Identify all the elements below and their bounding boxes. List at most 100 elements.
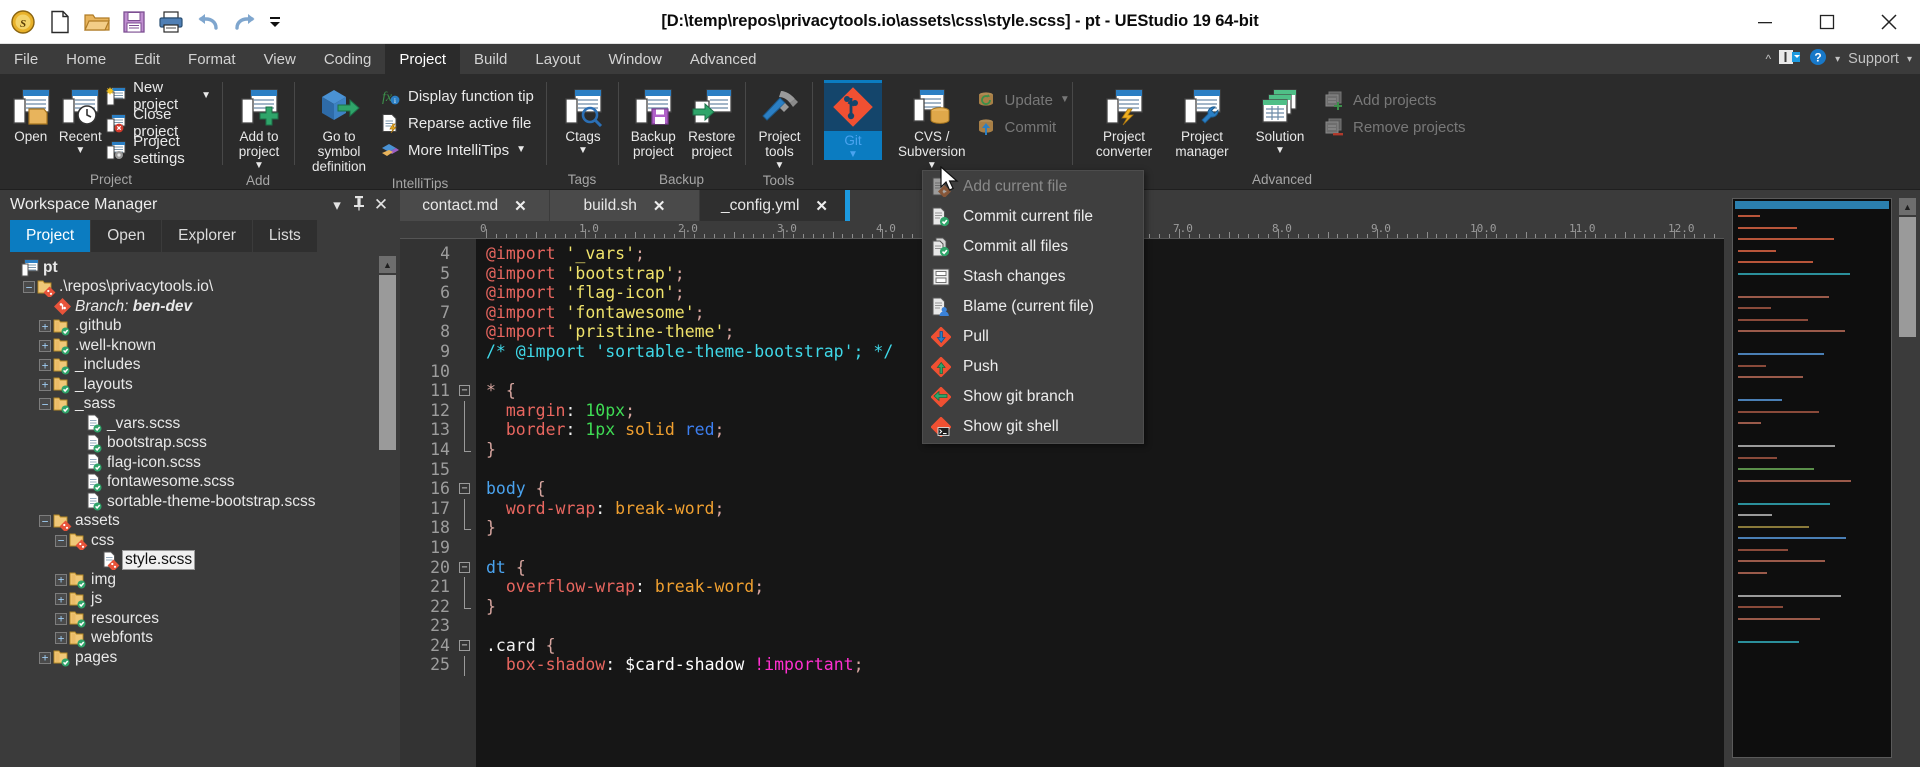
code-line[interactable] <box>486 460 1724 480</box>
tree-expander[interactable]: + <box>54 590 68 609</box>
git-menu-item-show-git-branch[interactable]: Show git branch <box>923 382 1143 412</box>
maximize-button[interactable] <box>1796 0 1858 44</box>
code-line[interactable]: box-shadow: $card-shadow !important; <box>486 655 1724 675</box>
open-folder-icon[interactable] <box>83 8 111 36</box>
tree-expander[interactable]: − <box>38 512 52 531</box>
expand-icon[interactable]: + <box>55 632 67 645</box>
fold-collapse-icon[interactable]: − <box>459 385 470 397</box>
ribbon-git-button[interactable]: Git ▼ <box>824 80 882 160</box>
git-dropdown-menu[interactable]: Add current file Commit current file Commi… <box>922 170 1144 444</box>
tree-item-js[interactable]: + js <box>0 590 400 610</box>
tree-item-webfonts[interactable]: + webfonts <box>0 629 400 649</box>
pin-icon[interactable] <box>348 195 370 215</box>
code-folding-column[interactable]: − − − − <box>456 239 476 767</box>
scroll-up-icon[interactable]: ▲ <box>379 256 396 273</box>
ribbon-recent-button[interactable]: Recent ▼ <box>57 80 105 156</box>
tree-expander[interactable]: + <box>38 336 52 355</box>
support-caret-icon[interactable]: ▾ <box>1907 54 1912 65</box>
git-menu-item-commit-all-files[interactable]: Commit all files <box>923 232 1143 262</box>
ribbon-solution-button[interactable]: Solution ▼ <box>1242 80 1318 156</box>
help-caret-icon[interactable]: ▾ <box>1835 54 1840 65</box>
tree-expander[interactable]: + <box>54 629 68 648</box>
chevron-down-icon[interactable]: ▼ <box>1275 146 1285 156</box>
chevron-down-icon[interactable]: ▼ <box>516 145 526 155</box>
tree-expander[interactable]: + <box>38 375 52 394</box>
ribbon-backup-project-button[interactable]: Backup project <box>625 80 682 159</box>
collapse-ribbon-icon[interactable]: ^ <box>1766 52 1772 66</box>
tree-item-assets[interactable]: − assets <box>0 512 400 532</box>
minimap-panel[interactable]: ▲ <box>1724 190 1920 767</box>
ribbon-ctags-button[interactable]: Ctags ▼ <box>554 80 612 156</box>
tree-item-img[interactable]: + img <box>0 570 400 590</box>
tree-item-github[interactable]: + .github <box>0 317 400 337</box>
chevron-down-icon[interactable]: ▼ <box>775 161 785 171</box>
chevron-down-icon[interactable]: ▼ <box>75 146 85 156</box>
tree-item-repos-privacytools-io[interactable]: − .\repos\privacytools.io\ <box>0 278 400 298</box>
tree-item-pages[interactable]: + pages <box>0 648 400 668</box>
chevron-down-icon[interactable]: ▼ <box>201 91 211 101</box>
tree-item-fontawesome-scss[interactable]: fontawesome.scss <box>0 473 400 493</box>
tab-explorer[interactable]: Explorer <box>162 220 253 252</box>
menu-edit[interactable]: Edit <box>120 44 174 74</box>
undo-icon[interactable] <box>194 8 222 36</box>
project-tree[interactable]: pt − .\repos\privacytools.io\ Branch: ben-d… <box>0 252 400 767</box>
editor-tab-config-yml[interactable]: _config.yml ✕ <box>700 190 850 221</box>
tree-scroll-thumb[interactable] <box>379 275 396 450</box>
menu-advanced[interactable]: Advanced <box>676 44 771 74</box>
workspace-menu-icon[interactable]: ▾ <box>326 196 348 214</box>
tree-item-vars-scss[interactable]: _vars.scss <box>0 414 400 434</box>
ribbon-new-project-button[interactable]: New project ▼ <box>106 79 217 113</box>
collapse-icon[interactable]: − <box>55 534 67 547</box>
ribbon-project-manager-button[interactable]: Project manager <box>1164 80 1240 159</box>
help-icon[interactable]: ? <box>1809 48 1827 70</box>
tree-item-well-known[interactable]: + .well-known <box>0 336 400 356</box>
menu-layout[interactable]: Layout <box>521 44 594 74</box>
editor-scrollbar[interactable]: ▲ <box>1899 198 1916 767</box>
tab-lists[interactable]: Lists <box>252 220 318 252</box>
tree-expander[interactable]: + <box>54 570 68 589</box>
collapse-icon[interactable]: − <box>23 281 35 294</box>
chevron-down-icon[interactable]: ▼ <box>848 150 858 160</box>
tree-expander[interactable]: − <box>22 278 36 297</box>
chevron-down-icon[interactable]: ▼ <box>254 161 264 171</box>
close-icon[interactable]: ✕ <box>653 197 666 215</box>
ribbon-open-button[interactable]: Open <box>7 80 55 144</box>
menu-coding[interactable]: Coding <box>310 44 386 74</box>
tree-item-resources[interactable]: + resources <box>0 609 400 629</box>
tree-expander[interactable]: + <box>54 609 68 628</box>
code-line[interactable]: } <box>486 518 1724 538</box>
code-line[interactable]: body { <box>486 479 1724 499</box>
expand-icon[interactable]: + <box>55 593 67 606</box>
expand-icon[interactable]: + <box>55 573 67 586</box>
close-panel-icon[interactable]: ✕ <box>370 195 392 215</box>
account-icon[interactable] <box>1779 49 1801 69</box>
tree-item-sass[interactable]: − _sass <box>0 395 400 415</box>
close-button[interactable] <box>1858 0 1920 44</box>
collapse-icon[interactable]: − <box>39 398 51 411</box>
ribbon-close-project-button[interactable]: Close project <box>106 106 217 140</box>
tree-expander[interactable]: + <box>38 356 52 375</box>
code-line[interactable]: dt { <box>486 558 1724 578</box>
menu-build[interactable]: Build <box>460 44 521 74</box>
minimize-button[interactable] <box>1734 0 1796 44</box>
code-line[interactable]: overflow-wrap: break-word; <box>486 577 1724 597</box>
git-menu-item-commit-current-file[interactable]: Commit current file <box>923 202 1143 232</box>
git-menu-item-push[interactable]: Push <box>923 352 1143 382</box>
tree-expander[interactable]: − <box>54 531 68 550</box>
code-line[interactable] <box>486 616 1724 636</box>
code-line[interactable]: } <box>486 597 1724 617</box>
collapse-icon[interactable]: − <box>39 515 51 528</box>
tree-item-includes[interactable]: + _includes <box>0 356 400 376</box>
redo-icon[interactable] <box>231 8 259 36</box>
tree-scrollbar[interactable]: ▲ <box>379 256 396 767</box>
editor-tab-build-sh[interactable]: build.sh ✕ <box>550 190 700 221</box>
fold-collapse-icon[interactable]: − <box>459 483 470 495</box>
menu-project[interactable]: Project <box>385 44 461 74</box>
tree-item-flag-icon-scss[interactable]: flag-icon.scss <box>0 453 400 473</box>
scroll-up-icon[interactable]: ▲ <box>1899 198 1916 215</box>
chevron-down-icon[interactable]: ▼ <box>578 146 588 156</box>
ribbon-cvs-subversion-button[interactable]: CVS / Subversion ▼ <box>896 80 968 171</box>
code-line[interactable]: .card { <box>486 636 1724 656</box>
menu-format[interactable]: Format <box>174 44 250 74</box>
tree-expander[interactable]: + <box>38 317 52 336</box>
